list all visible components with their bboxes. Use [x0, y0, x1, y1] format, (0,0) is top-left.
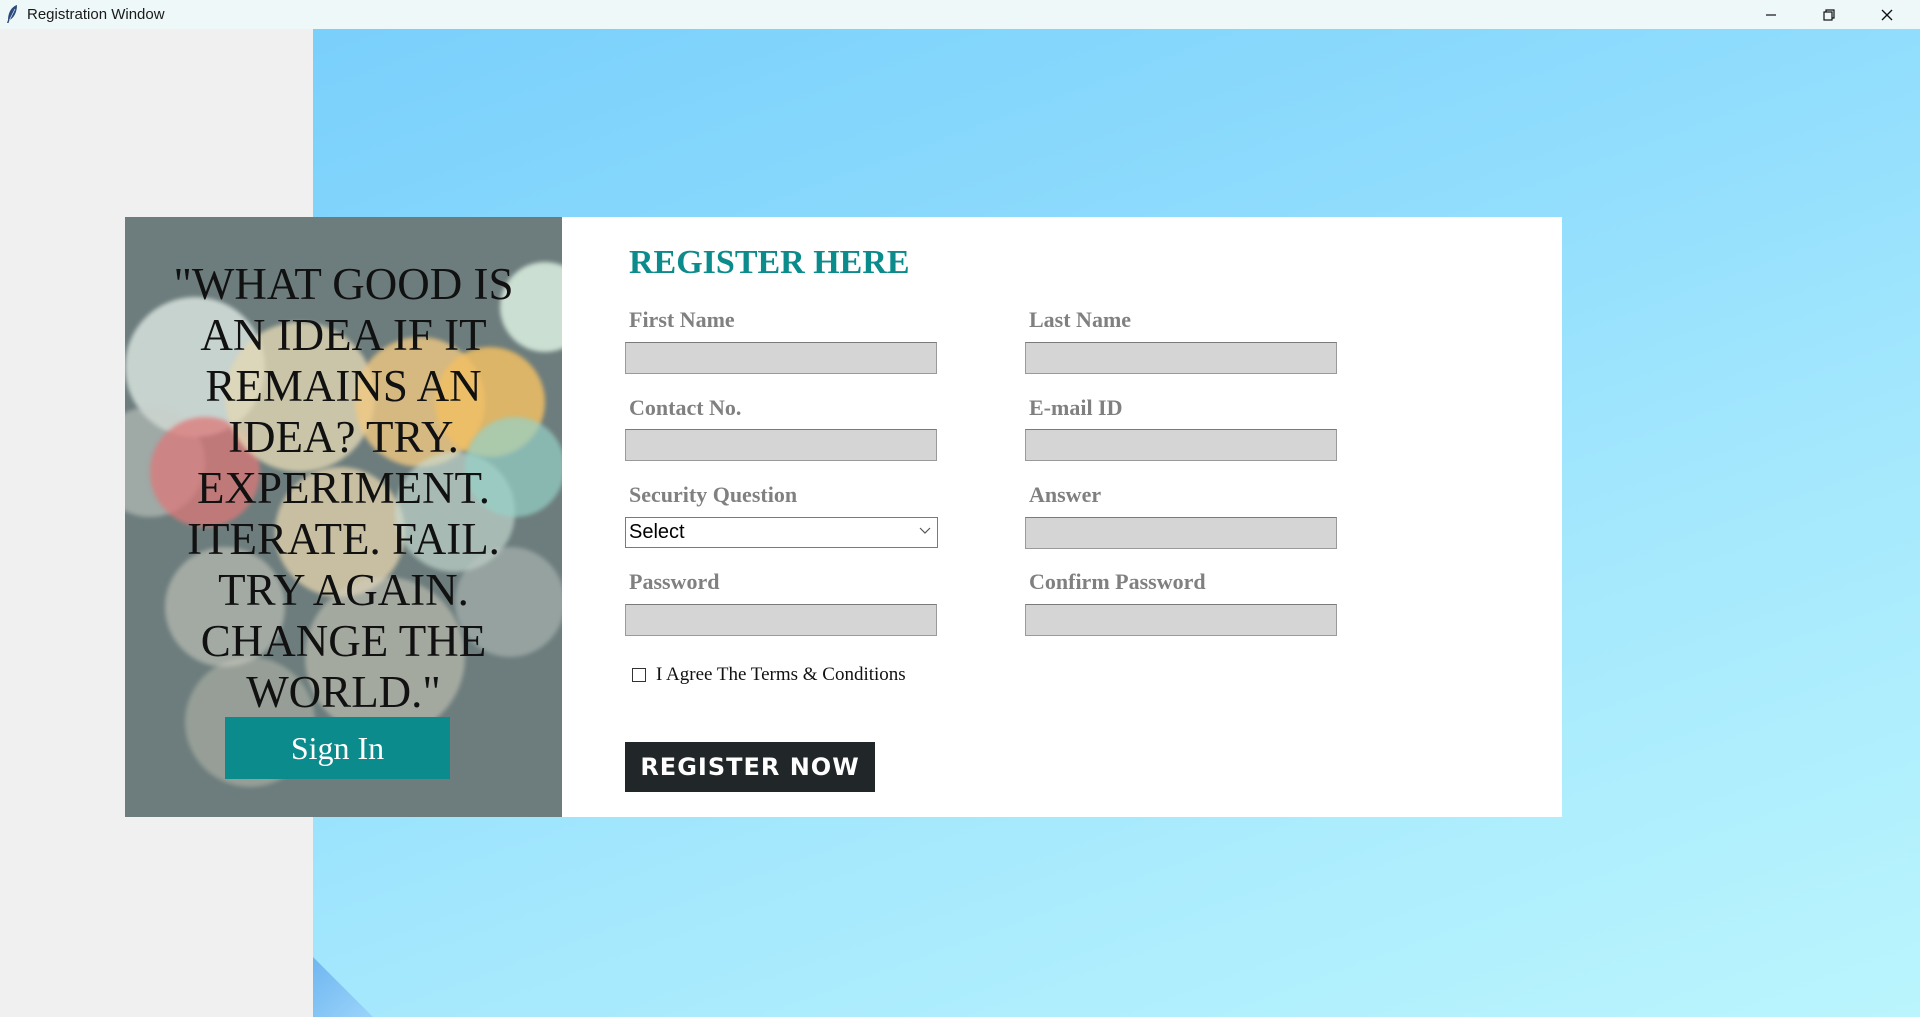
answer-input[interactable] — [1025, 517, 1337, 549]
sign-in-button[interactable]: Sign In — [225, 717, 450, 779]
terms-checkbox[interactable] — [632, 668, 646, 682]
minimize-button[interactable] — [1742, 0, 1800, 29]
password-input[interactable] — [625, 604, 937, 636]
terms-row: I Agree The Terms & Conditions — [632, 664, 906, 686]
email-label: E-mail ID — [1029, 395, 1123, 420]
close-button[interactable] — [1858, 0, 1916, 29]
restore-icon — [1823, 8, 1835, 21]
registration-form: REGISTER HERE First Name Last Name Conta… — [562, 217, 1562, 817]
last-name-label: Last Name — [1029, 307, 1132, 332]
confirm-password-input[interactable] — [1025, 604, 1337, 636]
form-title: REGISTER HERE — [629, 244, 910, 281]
contact-label: Contact No. — [629, 395, 742, 420]
first-name-input[interactable] — [625, 342, 937, 374]
restore-button[interactable] — [1800, 0, 1858, 29]
minimize-icon — [1766, 13, 1776, 16]
terms-label: I Agree The Terms & Conditions — [656, 664, 906, 685]
password-label: Password — [629, 569, 720, 594]
email-input[interactable] — [1025, 429, 1337, 461]
security-question-label: Security Question — [629, 482, 798, 507]
last-name-input[interactable] — [1025, 342, 1337, 374]
title-bar: Registration Window — [0, 0, 1920, 29]
security-question-select[interactable]: Select — [625, 517, 938, 548]
answer-label: Answer — [1029, 482, 1102, 507]
quote-panel: "WHAT GOOD IS AN IDEA IF IT REMAINS AN I… — [125, 217, 562, 817]
contact-input[interactable] — [625, 429, 937, 461]
feather-icon — [5, 4, 19, 24]
window-title: Registration Window — [27, 6, 165, 23]
confirm-password-label: Confirm Password — [1029, 569, 1206, 594]
security-question-value: Select — [629, 521, 685, 543]
close-icon — [1881, 9, 1893, 20]
quote-text: "WHAT GOOD IS AN IDEA IF IT REMAINS AN I… — [173, 259, 514, 717]
first-name-label: First Name — [629, 307, 735, 332]
register-now-button[interactable]: REGISTER NOW — [625, 742, 875, 792]
background-corner-shape — [313, 957, 373, 1017]
chevron-down-icon — [919, 527, 931, 534]
